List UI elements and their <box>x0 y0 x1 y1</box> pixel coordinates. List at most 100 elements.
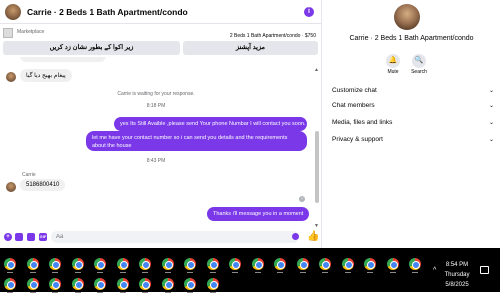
chrome-icon[interactable] <box>206 258 219 270</box>
chrome-icon[interactable] <box>94 278 106 290</box>
outgoing-message[interactable]: Thanks i'll message you in a moment <box>207 207 310 221</box>
clock[interactable]: 8:54 PM Thursday 5/8/2025 <box>443 260 471 290</box>
emoji-icon[interactable] <box>292 233 299 240</box>
incoming-message[interactable]: 5186800410 <box>20 179 66 191</box>
seen-icon: ? <box>299 196 305 202</box>
menu-chat-members[interactable]: Chat members ⌄ <box>332 102 494 114</box>
chrome-icon[interactable] <box>364 258 376 270</box>
avatar <box>6 72 16 82</box>
chrome-icon[interactable] <box>71 278 84 290</box>
menu-label: Customize chat <box>332 87 377 94</box>
chrome-icon[interactable] <box>49 258 61 270</box>
menu-label: Chat members <box>332 102 375 109</box>
search-icon[interactable]: 🔍 <box>412 54 426 68</box>
gif-icon[interactable]: GIF <box>39 233 47 241</box>
chrome-icon[interactable] <box>251 258 264 270</box>
more-options-button[interactable]: مزید آپشنز <box>183 41 318 55</box>
thumbs-up-icon[interactable]: 👍 <box>307 231 319 242</box>
running-indicator <box>29 272 36 273</box>
details-panel: Carrie · 2 Beds 1 Bath Apartment/condo 🔔… <box>323 0 500 248</box>
chrome-icon[interactable] <box>4 258 16 270</box>
avatar[interactable] <box>5 3 21 20</box>
avatar[interactable] <box>394 4 420 30</box>
chrome-icon[interactable] <box>409 258 421 270</box>
chrome-icon[interactable] <box>49 278 61 290</box>
scroll-up-icon[interactable]: ▲ <box>314 67 319 73</box>
clock-date: 5/8/2025 <box>445 282 469 288</box>
running-indicator <box>209 272 216 273</box>
chrome-icon[interactable] <box>386 258 399 270</box>
chrome-icon[interactable] <box>184 258 196 270</box>
chrome-icon[interactable] <box>161 258 174 270</box>
running-indicator <box>74 272 81 273</box>
details-title: Carrie · 2 Beds 1 Bath Apartment/condo <box>349 35 474 42</box>
outgoing-message[interactable]: yes Its Still Avaible ,please send Your … <box>114 117 307 131</box>
running-indicator <box>367 272 373 273</box>
chrome-icon[interactable] <box>296 258 309 270</box>
message-input[interactable] <box>51 231 299 243</box>
clock-day: Thursday <box>444 272 470 278</box>
bell-icon[interactable]: 🔔 <box>386 54 400 68</box>
tray-expand-icon[interactable]: ^ <box>433 267 436 274</box>
scroll-thumb[interactable] <box>315 131 319 203</box>
waiting-notice: Carrie is waiting for your response. <box>117 91 195 97</box>
chrome-icon[interactable] <box>116 258 129 270</box>
chrome-icon[interactable] <box>206 278 219 290</box>
sticker-icon[interactable] <box>27 233 35 241</box>
chrome-icon[interactable] <box>319 258 331 270</box>
running-indicator <box>412 272 418 273</box>
chrome-icon[interactable] <box>26 258 39 270</box>
menu-privacy-support[interactable]: Privacy & support ⌄ <box>332 136 494 148</box>
composer: + GIF 👍 <box>0 230 322 244</box>
scrollbar[interactable]: ▲ ▼ <box>314 67 320 233</box>
running-indicator <box>187 272 193 273</box>
message-list: پیغام بھیج دیا گیا Carrie is waiting for… <box>0 57 322 229</box>
chrome-icon[interactable] <box>229 258 241 270</box>
outgoing-message[interactable]: let me have your contact number so i can… <box>86 131 307 151</box>
listing-source: Marketplace <box>17 29 45 35</box>
chrome-icon[interactable] <box>274 258 286 270</box>
chrome-icon[interactable] <box>71 258 84 270</box>
running-indicator <box>299 272 306 273</box>
mute-label[interactable]: Mute <box>381 69 405 75</box>
chrome-icon[interactable] <box>139 258 151 270</box>
mark-as-button[interactable]: زیر اکوا کے بطور نشان زد کریں <box>3 41 180 55</box>
chrome-icon[interactable] <box>341 258 354 270</box>
incoming-message[interactable]: پیغام بھیج دیا گیا <box>20 69 72 82</box>
menu-label: Media, files and links <box>332 119 393 126</box>
info-icon[interactable]: i <box>304 7 314 17</box>
notification-icon[interactable] <box>480 266 489 274</box>
chrome-icon[interactable] <box>161 278 174 290</box>
chrome-icon[interactable] <box>116 278 129 290</box>
chat-pane: Carrie · 2 Beds 1 Bath Apartment/condo i… <box>0 0 322 248</box>
running-indicator <box>97 272 103 273</box>
photo-icon[interactable] <box>15 233 23 241</box>
chevron-down-icon: ⌄ <box>488 88 494 94</box>
chevron-down-icon: ⌄ <box>488 103 494 109</box>
running-indicator <box>232 272 238 273</box>
chrome-icon[interactable] <box>139 278 151 290</box>
menu-customize-chat[interactable]: Customize chat ⌄ <box>332 87 494 99</box>
running-indicator <box>344 272 351 273</box>
running-indicator <box>119 272 126 273</box>
running-indicator <box>164 272 171 273</box>
sender-name: Carrie <box>22 172 36 178</box>
menu-label: Privacy & support <box>332 136 383 143</box>
chat-header: Carrie · 2 Beds 1 Bath Apartment/condo i <box>0 0 322 24</box>
chevron-down-icon: ⌄ <box>488 120 494 126</box>
running-indicator <box>277 272 283 273</box>
chrome-icon[interactable] <box>184 278 196 290</box>
chrome-icon[interactable] <box>4 278 16 290</box>
timestamp: 8:43 PM <box>146 158 166 164</box>
scroll-down-icon[interactable]: ▼ <box>314 223 319 229</box>
running-indicator <box>7 272 13 273</box>
chrome-icon[interactable] <box>94 258 106 270</box>
plus-icon[interactable]: + <box>4 233 12 241</box>
partial-message-bubble <box>20 57 106 62</box>
search-label[interactable]: Search <box>407 69 431 75</box>
listing-banner[interactable]: Marketplace 2 Beds 1 Bath Apartment/cond… <box>0 25 322 41</box>
chat-title[interactable]: Carrie · 2 Beds 1 Bath Apartment/condo <box>27 7 188 17</box>
running-indicator <box>254 272 261 273</box>
menu-media-files-links[interactable]: Media, files and links ⌄ <box>332 119 494 131</box>
chrome-icon[interactable] <box>26 278 39 290</box>
